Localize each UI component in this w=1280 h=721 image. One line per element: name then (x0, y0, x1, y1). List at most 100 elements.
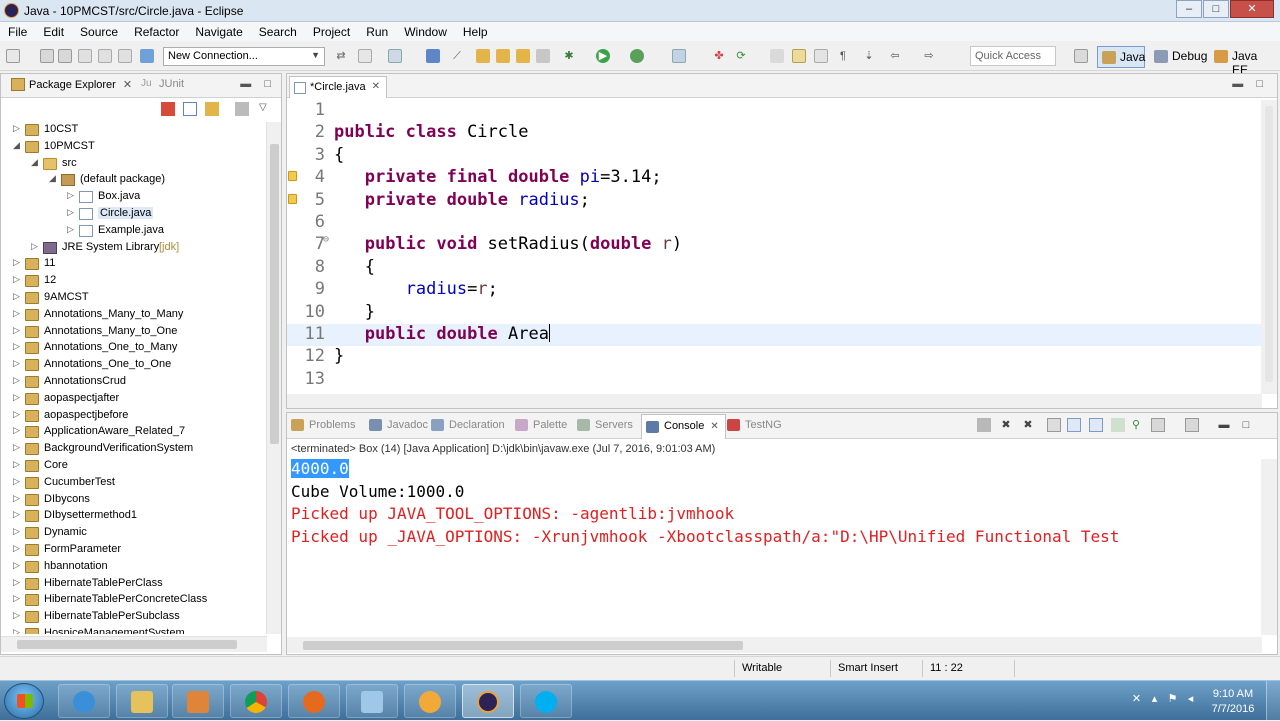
tree-item[interactable]: ◢ (default package) (49, 172, 263, 189)
network-x-icon[interactable]: ✕ (1130, 693, 1143, 706)
maximize-button[interactable]: □ (1203, 0, 1229, 18)
expand-toggle-icon[interactable]: ▷ (13, 493, 23, 504)
maximize-editor-icon[interactable]: □ (1256, 78, 1263, 90)
taskbar-flower-app[interactable] (404, 684, 456, 718)
console-scrollbar[interactable] (1261, 459, 1277, 635)
terminate-icon[interactable] (977, 418, 991, 432)
tree-item[interactable]: ▷ Circle.java (67, 206, 263, 223)
package-explorer-hscrollbar[interactable] (1, 636, 267, 652)
connection-select[interactable]: New Connection... ▼ (163, 47, 325, 66)
tree-item[interactable]: ▷ AnnotationsCrud (13, 374, 263, 391)
taskbar-skype[interactable] (520, 684, 572, 718)
tab-javadoc[interactable]: Javadoc (369, 419, 428, 431)
expand-toggle-icon[interactable]: ▷ (13, 409, 23, 420)
refresh-icon[interactable]: ⟳ (734, 49, 748, 63)
save-icon[interactable] (40, 49, 54, 63)
tree-item[interactable]: ▷ 12 (13, 273, 263, 290)
new-class-icon[interactable] (516, 49, 530, 63)
expand-toggle-icon[interactable]: ▷ (13, 593, 23, 604)
editor-hscrollbar[interactable] (287, 394, 1262, 408)
menu-search[interactable]: Search (251, 22, 305, 41)
tree-item[interactable]: ▷ ApplicationAware_Related_7 (13, 424, 263, 441)
new-file-icon[interactable] (6, 49, 20, 63)
expand-toggle-icon[interactable]: ▷ (13, 375, 23, 386)
open-console-icon[interactable] (1185, 418, 1199, 432)
open-file-icon[interactable] (536, 49, 550, 63)
view-menu-icon[interactable]: ▽ (259, 102, 273, 116)
console-hscrollbar[interactable] (287, 637, 1262, 653)
expand-toggle-icon[interactable]: ▷ (67, 190, 77, 201)
tab-circle-java[interactable]: *Circle.java ✕ (289, 76, 387, 98)
clear-console-icon[interactable] (1047, 418, 1061, 432)
close-icon[interactable]: ✕ (123, 79, 132, 91)
warning-marker-icon[interactable] (288, 171, 297, 182)
skip-breakpoints-icon[interactable]: ⟋ (450, 49, 464, 63)
expand-toggle-icon[interactable]: ▷ (13, 459, 23, 470)
expand-toggle-icon[interactable]: ▷ (13, 627, 23, 634)
open-perspective-icon[interactable] (1074, 49, 1088, 63)
scroll-lock-icon[interactable] (1067, 418, 1081, 432)
tree-item[interactable]: ▷ Box.java (67, 189, 263, 206)
fold-toggle-icon[interactable]: ⊖ (323, 234, 329, 245)
show-desktop-button[interactable] (1266, 681, 1280, 721)
expand-toggle-icon[interactable]: ▷ (67, 207, 77, 218)
expand-toggle-icon[interactable]: ▷ (13, 325, 23, 336)
expand-toggle-icon[interactable]: ▷ (67, 224, 77, 235)
taskbar-app[interactable] (346, 684, 398, 718)
show-whitespace-icon[interactable]: ¶ (836, 49, 850, 63)
open-type-icon[interactable] (98, 49, 112, 63)
search-toolbar-icon[interactable] (770, 49, 784, 63)
start-button[interactable] (4, 683, 44, 719)
expand-toggle-icon[interactable]: ▷ (13, 257, 23, 268)
menu-edit[interactable]: Edit (35, 22, 72, 41)
tree-item[interactable]: ▷ DIbysettermethod1 (13, 508, 263, 525)
expand-toggle-icon[interactable]: ▷ (13, 526, 23, 537)
new-java-project-icon[interactable] (476, 49, 490, 63)
quick-access-input[interactable]: Quick Access (970, 46, 1056, 66)
console-output[interactable]: 4000.0 Cube Volume:1000.0 Picked up JAVA_T… (291, 459, 1261, 629)
console-icon[interactable] (388, 49, 402, 63)
code-area[interactable]: 1 2 public class Circle 3{4 private final d… (287, 100, 1262, 396)
maximize-view-icon[interactable]: □ (1239, 418, 1253, 432)
taskbar-eclipse[interactable] (462, 684, 514, 718)
tree-item[interactable]: ◢ src (31, 156, 263, 173)
expand-toggle-icon[interactable]: ▷ (13, 425, 23, 436)
expand-toggle-icon[interactable]: ▷ (13, 442, 23, 453)
tab-servers[interactable]: Servers (577, 419, 633, 431)
menu-project[interactable]: Project (305, 22, 358, 41)
expand-toggle-icon[interactable]: ◢ (31, 157, 41, 168)
tree-item[interactable]: ▷ Annotations_One_to_Many (13, 340, 263, 357)
action-center-icon[interactable]: ⚑ (1166, 693, 1179, 706)
taskbar-file-explorer[interactable] (116, 684, 168, 718)
collapse-all-icon[interactable] (161, 102, 175, 116)
warning-marker-icon[interactable] (288, 193, 297, 204)
expand-toggle-icon[interactable]: ▷ (13, 476, 23, 487)
connection-icon[interactable] (140, 49, 154, 63)
tab-junit[interactable]: Ju JUnit (139, 78, 184, 90)
mark-occurrences-icon[interactable] (792, 49, 806, 63)
annotation-icon[interactable]: ⇣ (862, 49, 876, 63)
menu-refactor[interactable]: Refactor (126, 22, 187, 41)
show-hidden-icons-icon[interactable]: ▴ (1148, 693, 1161, 706)
expand-toggle-icon[interactable]: ▷ (31, 241, 41, 252)
external-tools-icon[interactable] (672, 49, 686, 63)
remove-launch-icon[interactable]: ✖ (999, 418, 1013, 432)
editor-scrollbar[interactable] (1261, 100, 1277, 394)
tree-item[interactable]: ▷ HibernateTablePerConcreteClass (13, 592, 263, 609)
tree-item[interactable]: ▷ JRE System Library [jdk] (31, 240, 263, 257)
save-all-icon[interactable] (58, 49, 72, 63)
tab-problems[interactable]: Problems (291, 419, 355, 431)
tree-item[interactable]: ▷ aopaspectjbefore (13, 408, 263, 425)
minimize-button[interactable]: – (1176, 0, 1202, 18)
expand-toggle-icon[interactable]: ◢ (13, 140, 23, 151)
sql-editor-icon[interactable] (358, 49, 372, 63)
coverage-icon[interactable] (630, 49, 644, 63)
word-wrap-icon[interactable] (1089, 418, 1103, 432)
menu-navigate[interactable]: Navigate (187, 22, 250, 41)
tree-item[interactable]: ▷ Core (13, 458, 263, 475)
expand-toggle-icon[interactable]: ▷ (13, 392, 23, 403)
expand-toggle-icon[interactable]: ▷ (13, 610, 23, 621)
perspective-debug[interactable]: Debug (1150, 46, 1207, 68)
terminal-icon[interactable] (426, 49, 440, 63)
tree-item[interactable]: ▷ 10CST (13, 122, 263, 139)
